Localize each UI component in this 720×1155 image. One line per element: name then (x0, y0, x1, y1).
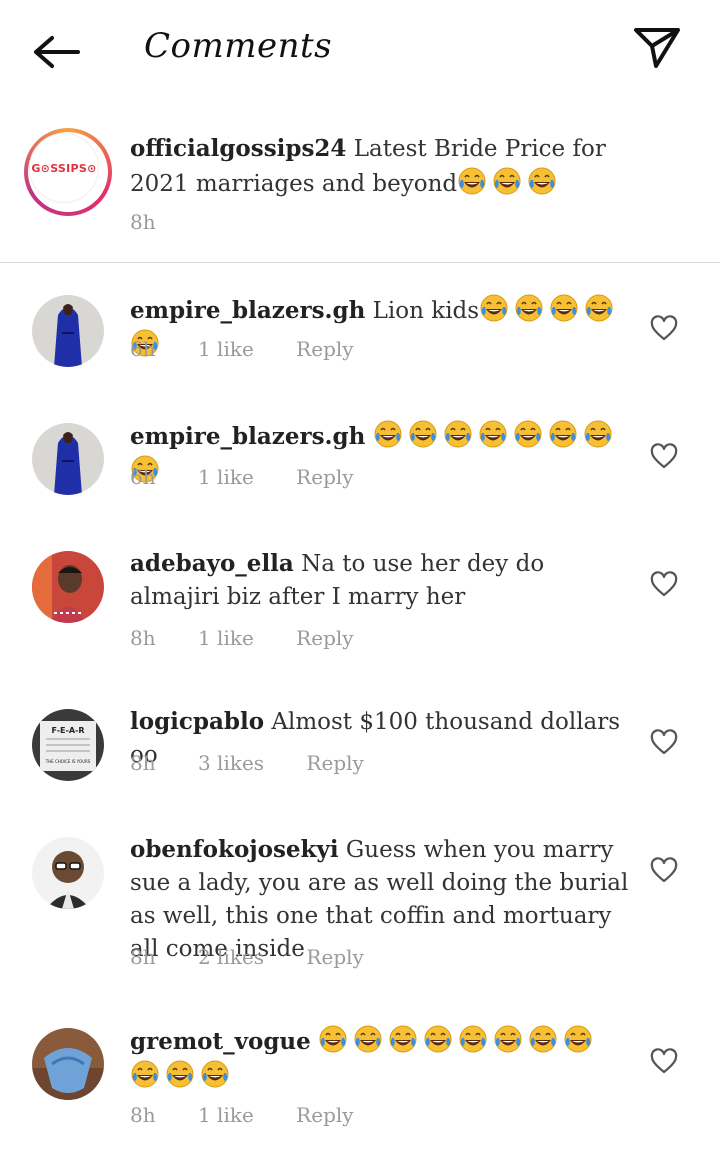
tears-of-joy-emoji (354, 1025, 382, 1053)
avatar[interactable] (32, 1028, 104, 1100)
comment-username[interactable]: gremot_vogue (130, 1028, 311, 1055)
comment-meta: 8h 3 likes Reply (130, 751, 400, 775)
reply-button[interactable]: Reply (296, 337, 353, 361)
share-button[interactable] (630, 24, 684, 72)
back-button[interactable] (28, 30, 84, 74)
tears-of-joy-emoji (444, 420, 472, 448)
reply-button[interactable]: Reply (306, 751, 363, 775)
gossips-logo: G⊙SSIPS⊙ (29, 133, 99, 203)
timestamp: 6h (130, 465, 156, 489)
heart-icon[interactable] (650, 315, 678, 343)
comment-username[interactable]: adebayo_ella (130, 550, 294, 577)
reply-button[interactable]: Reply (296, 465, 353, 489)
tears-of-joy-emoji (529, 1025, 557, 1053)
caption-text: officialgossips24 Latest Bride Price for… (130, 132, 630, 201)
tears-of-joy-emoji (549, 420, 577, 448)
tears-of-joy-emoji (515, 294, 543, 322)
heart-icon[interactable] (650, 857, 678, 885)
avatar-blue-blazer (32, 295, 104, 367)
tears-of-joy-emoji (424, 1025, 452, 1053)
timestamp: 8h (130, 626, 156, 650)
comment-meta: 8h 1 like Reply (130, 626, 390, 650)
reply-button[interactable]: Reply (306, 945, 363, 969)
tears-of-joy-emoji (374, 420, 402, 448)
heart-icon[interactable] (650, 729, 678, 757)
comment-username[interactable]: empire_blazers.gh (130, 423, 365, 450)
timestamp: 8h (130, 945, 156, 969)
heart-icon[interactable] (650, 443, 678, 471)
tears-of-joy-emoji (131, 1060, 159, 1088)
back-arrow-icon (34, 36, 80, 68)
tears-of-joy-emoji (564, 1025, 592, 1053)
tears-of-joy-emoji (514, 420, 542, 448)
avatar[interactable] (32, 295, 104, 367)
avatar[interactable]: G⊙SSIPS⊙ (24, 128, 112, 216)
heart-icon[interactable] (650, 1048, 678, 1076)
caption-meta: 8h (130, 210, 192, 234)
tears-of-joy-emoji (528, 167, 556, 195)
tears-of-joy-emoji (494, 1025, 522, 1053)
avatar-cartoon (32, 837, 104, 909)
tears-of-joy-emoji (479, 420, 507, 448)
reply-button[interactable]: Reply (296, 1103, 353, 1127)
tears-of-joy-emoji (584, 420, 612, 448)
comment-username[interactable]: logicpablo (130, 708, 264, 735)
like-count[interactable]: 2 likes (198, 945, 264, 969)
tears-of-joy-emoji (319, 1025, 347, 1053)
tears-of-joy-emoji (585, 294, 613, 322)
tears-of-joy-emoji (389, 1025, 417, 1053)
comment-meta: 8h 2 likes Reply (130, 945, 400, 969)
comment-body: Lion kids (372, 298, 480, 324)
like-count[interactable]: 1 like (198, 626, 254, 650)
comment-meta: 6h 1 like Reply (130, 465, 390, 489)
paper-plane-icon (634, 28, 680, 68)
like-count[interactable]: 1 like (198, 1103, 254, 1127)
avatar-fear-sign: F-E-A-R THE CHOICE IS YOURS (32, 709, 104, 781)
timestamp: 8h (130, 210, 156, 234)
like-count[interactable]: 1 like (198, 337, 254, 361)
tears-of-joy-emoji (201, 1060, 229, 1088)
comment-meta: 6h 1 like Reply (130, 337, 390, 361)
timestamp: 8h (130, 751, 156, 775)
avatar[interactable]: F-E-A-R THE CHOICE IS YOURS (32, 709, 104, 781)
post-caption: G⊙SSIPS⊙ officialgossips24 Latest Bride … (0, 120, 720, 262)
reply-button[interactable]: Reply (296, 626, 353, 650)
avatar-garment (32, 1028, 104, 1100)
like-count[interactable]: 1 like (198, 465, 254, 489)
emoji-group (457, 167, 562, 197)
tears-of-joy-emoji (550, 294, 578, 322)
tears-of-joy-emoji (458, 167, 486, 195)
avatar[interactable] (32, 551, 104, 623)
avatar-man-photo (32, 551, 104, 623)
caption-username[interactable]: officialgossips24 (130, 135, 346, 162)
header-bar: Comments (0, 0, 720, 100)
comment-meta: 8h 1 like Reply (130, 1103, 390, 1127)
avatar-blue-blazer (32, 423, 104, 495)
tears-of-joy-emoji (480, 294, 508, 322)
tears-of-joy-emoji (493, 167, 521, 195)
tears-of-joy-emoji (166, 1060, 194, 1088)
avatar[interactable] (32, 837, 104, 909)
divider (0, 262, 720, 263)
timestamp: 6h (130, 337, 156, 361)
comment-username[interactable]: empire_blazers.gh (130, 297, 365, 324)
like-count[interactable]: 3 likes (198, 751, 264, 775)
sign-title: F-E-A-R (52, 726, 85, 735)
comment-username[interactable]: obenfokojosekyi (130, 836, 339, 863)
avatar[interactable] (32, 423, 104, 495)
comment-text: adebayo_ella Na to use her dey do almaji… (130, 547, 630, 614)
sign-subtitle: THE CHOICE IS YOURS (45, 759, 91, 764)
tears-of-joy-emoji (459, 1025, 487, 1053)
comment-text: gremot_vogue (130, 1024, 630, 1094)
tears-of-joy-emoji (409, 420, 437, 448)
page-title: Comments (144, 26, 333, 66)
timestamp: 8h (130, 1103, 156, 1127)
heart-icon[interactable] (650, 571, 678, 599)
